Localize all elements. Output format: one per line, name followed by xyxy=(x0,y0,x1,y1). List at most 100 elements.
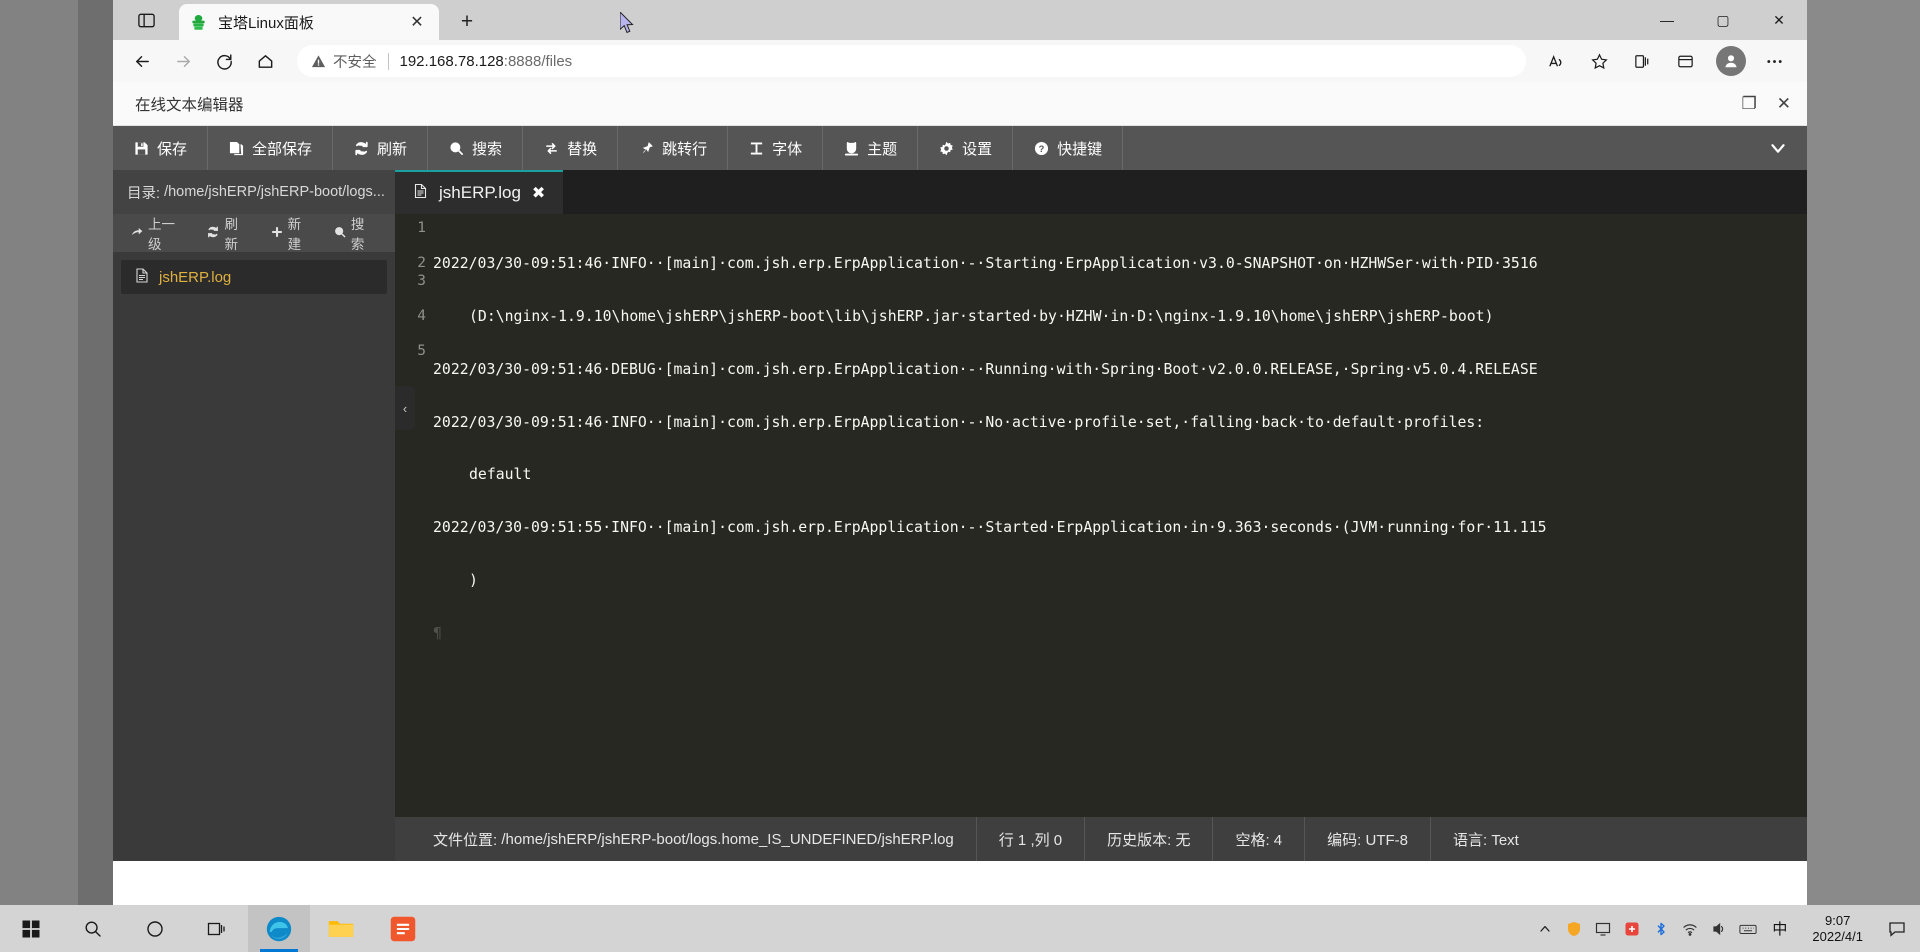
back-arrow-icon[interactable] xyxy=(123,44,161,78)
search-icon[interactable] xyxy=(62,905,124,952)
cortana-circle-icon[interactable] xyxy=(124,905,186,952)
save-button[interactable]: 保存 xyxy=(113,126,209,170)
code-line-eol: ¶ xyxy=(433,624,442,642)
taskbar-clock[interactable]: 9:07 2022/4/1 xyxy=(1802,913,1873,945)
shortcut-button[interactable]: ? 快捷键 xyxy=(1013,126,1124,170)
taskbar-left xyxy=(0,905,434,952)
bt-terminal-icon xyxy=(390,916,416,941)
bluetooth-icon[interactable] xyxy=(1652,920,1670,938)
statusbar-encoding[interactable]: 编码: UTF-8 xyxy=(1305,817,1431,861)
ime-indicator[interactable]: 中 xyxy=(1768,918,1791,939)
network-icon[interactable] xyxy=(1681,920,1699,938)
tray-red-icon[interactable] xyxy=(1623,920,1641,938)
refresh-icon[interactable] xyxy=(205,44,243,78)
refresh-label: 刷新 xyxy=(377,140,408,158)
refresh-button[interactable]: 刷新 xyxy=(333,126,429,170)
editor-body: 目录: /home/jshERP/jshERP-boot/logs... 上一级… xyxy=(113,170,1807,861)
windows-start-icon[interactable] xyxy=(0,905,62,952)
search-icon xyxy=(448,140,464,156)
mouse-cursor xyxy=(620,12,634,34)
taskbar-app-edge[interactable] xyxy=(248,905,310,952)
new-tab-button[interactable]: + xyxy=(453,8,481,36)
close-file-tab-icon[interactable]: ✖ xyxy=(532,183,545,203)
save-all-button[interactable]: 全部保存 xyxy=(208,126,334,170)
home-icon[interactable] xyxy=(246,44,284,78)
sidebar-toolbar: 上一级 刷新 新建 搜索 xyxy=(113,214,395,252)
font-button[interactable]: 字体 xyxy=(728,126,824,170)
editor-tabrow: jshERP.log ✖ xyxy=(395,170,1807,214)
list-item[interactable]: jshERP.log xyxy=(121,260,387,294)
maximize-button[interactable]: ▢ xyxy=(1695,0,1751,40)
warning-triangle-icon xyxy=(311,54,326,67)
theme-button[interactable]: 主题 xyxy=(823,126,919,170)
minimize-button[interactable]: — xyxy=(1639,0,1695,40)
save-all-icon xyxy=(228,140,244,156)
line-number-spacer xyxy=(395,326,433,344)
taskbar-app-file-explorer[interactable] xyxy=(310,905,372,952)
notification-icon[interactable] xyxy=(1884,916,1910,942)
forward-arrow-icon[interactable] xyxy=(164,44,202,78)
omnibox-divider xyxy=(387,52,389,70)
sidebar-collapse-handle[interactable]: ‹ xyxy=(395,386,415,430)
security-warning[interactable]: 不安全 xyxy=(311,51,377,72)
taskbar-app-bt-terminal[interactable] xyxy=(372,905,434,952)
editor-pane: jshERP.log ✖ 1 2 3 4 5 2022/03/30-09:51:… xyxy=(395,170,1807,861)
settings-and-more-icon[interactable] xyxy=(1754,44,1794,78)
line-number: 3 xyxy=(417,272,426,289)
statusbar-file-location: 文件位置: /home/jshERP/jshERP-boot/logs.home… xyxy=(411,817,977,861)
taskbar: 中 9:07 2022/4/1 xyxy=(0,905,1920,952)
desktop: 宝塔Linux面板 ✕ + — ▢ ✕ 不安全 192.168.78.128:8… xyxy=(0,0,1920,952)
line-number-spacer xyxy=(395,290,433,308)
new-file-button[interactable]: 新建 xyxy=(263,213,322,253)
code-line: 2022/03/30-09:51:55·INFO··[main]·com.jsh… xyxy=(433,519,1547,537)
close-tab-icon[interactable]: ✕ xyxy=(405,10,429,34)
task-view-icon[interactable] xyxy=(186,905,248,952)
tray-arrow-icon[interactable] xyxy=(1536,920,1554,938)
replace-label: 替换 xyxy=(567,140,598,158)
close-window-button[interactable]: ✕ xyxy=(1751,0,1807,40)
directory-label: 目录: xyxy=(127,185,161,202)
up-level-label: 上一级 xyxy=(148,217,175,252)
browser-tab[interactable]: 宝塔Linux面板 ✕ xyxy=(179,4,439,40)
save-icon xyxy=(133,140,149,156)
goto-line-label: 跳转行 xyxy=(662,140,708,158)
tab-sidebar-toggle-icon[interactable] xyxy=(126,6,166,34)
statusbar-language[interactable]: 语言: Text xyxy=(1431,817,1541,861)
file-sidebar: 目录: /home/jshERP/jshERP-boot/logs... 上一级… xyxy=(113,170,395,861)
chevron-down-icon[interactable] xyxy=(1749,126,1807,170)
file-icon xyxy=(135,267,149,287)
window-controls: — ▢ ✕ xyxy=(1639,0,1807,40)
browser-tab-title: 宝塔Linux面板 xyxy=(218,14,314,32)
up-level-button[interactable]: 上一级 xyxy=(123,213,195,253)
statusbar-spaces[interactable]: 空格: 4 xyxy=(1213,817,1306,861)
search-label: 搜索 xyxy=(472,140,503,158)
code-area[interactable]: 1 2 3 4 5 2022/03/30-09:51:46·INFO··[mai… xyxy=(395,214,1807,861)
address-bar[interactable]: 不安全 192.168.78.128:8888/files xyxy=(297,45,1526,77)
statusbar-history[interactable]: 历史版本: 无 xyxy=(1085,817,1214,861)
keyboard-icon[interactable] xyxy=(1739,920,1757,938)
settings-button[interactable]: 设置 xyxy=(918,126,1014,170)
line-number-spacer xyxy=(395,238,433,256)
browser-essentials-icon[interactable] xyxy=(1665,44,1705,78)
panel-restore-icon[interactable]: ❐ xyxy=(1742,94,1757,114)
plus-icon xyxy=(271,226,283,241)
read-aloud-icon[interactable] xyxy=(1536,44,1576,78)
sidebar-refresh-button[interactable]: 刷新 xyxy=(199,213,258,253)
file-icon xyxy=(413,183,428,204)
sidebar-search-button[interactable]: 搜索 xyxy=(326,213,385,253)
panel-close-icon[interactable]: ✕ xyxy=(1777,94,1791,114)
editor-file-tab[interactable]: jshERP.log ✖ xyxy=(395,170,564,214)
clock-date: 2022/4/1 xyxy=(1812,928,1863,944)
svg-text:?: ? xyxy=(1038,143,1044,153)
tray-monitor-icon[interactable] xyxy=(1594,920,1612,938)
add-favorite-icon[interactable] xyxy=(1579,44,1619,78)
collections-icon[interactable] xyxy=(1622,44,1662,78)
volume-icon[interactable] xyxy=(1710,920,1728,938)
search-button[interactable]: 搜索 xyxy=(428,126,524,170)
replace-button[interactable]: 替换 xyxy=(523,126,619,170)
line-number: 1 xyxy=(417,220,426,236)
edge-browser-icon xyxy=(266,916,292,941)
profile-avatar[interactable] xyxy=(1716,46,1746,76)
goto-line-button[interactable]: 跳转行 xyxy=(618,126,729,170)
tray-shield-icon[interactable] xyxy=(1565,920,1583,938)
